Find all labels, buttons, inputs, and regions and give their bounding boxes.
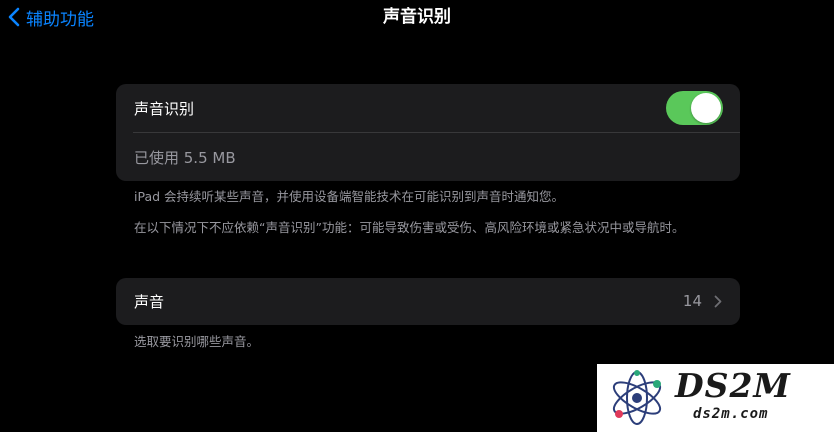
watermark: DS2M ds2m.com — [597, 364, 834, 432]
sound-recognition-label: 声音识别 — [134, 100, 195, 118]
sounds-count: 14 — [682, 292, 702, 310]
toggle-knob — [691, 93, 721, 123]
description-footnote: iPad 会持续听某些声音，并使用设备端智能技术在可能识别到声音时通知您。 — [134, 189, 565, 204]
sound-recognition-group: 声音识别 已使用 5.5 MB — [116, 84, 740, 181]
sounds-row-inner: 声音 — [116, 278, 740, 325]
atom-logo-icon — [612, 370, 662, 425]
sounds-row[interactable]: 声音 14 — [116, 278, 740, 325]
sounds-label: 声音 — [134, 293, 165, 311]
sound-recognition-toggle[interactable] — [666, 91, 723, 125]
page-title: 声音识别 — [383, 7, 451, 27]
chevron-right-icon — [714, 295, 722, 308]
storage-usage-label: 已使用 5.5 MB — [134, 148, 236, 167]
warning-footnote: 在以下情况下不应依赖“声音识别”功能：可能导致伤害或受伤、高风险环境或紧急状况中… — [134, 220, 685, 235]
watermark-title: DS2M — [675, 366, 791, 405]
sound-recognition-row: 声音识别 — [116, 84, 740, 133]
watermark-url: ds2m.com — [693, 406, 769, 422]
storage-usage-row: 已使用 5.5 MB — [116, 133, 740, 181]
sounds-hint-footnote: 选取要识别哪些声音。 — [134, 334, 260, 349]
